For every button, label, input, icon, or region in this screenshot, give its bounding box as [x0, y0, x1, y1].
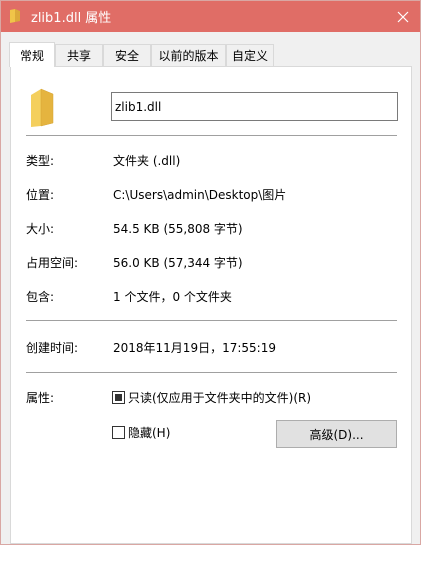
- advanced-button[interactable]: 高级(D)...: [276, 420, 397, 448]
- folder-icon: [9, 8, 21, 24]
- contains-value: 1 个文件，0 个文件夹: [113, 290, 232, 304]
- attributes-label: 属性:: [26, 391, 55, 405]
- tab-customize[interactable]: 自定义: [226, 44, 274, 66]
- created-label: 创建时间:: [26, 341, 79, 355]
- tab-label: 安全: [114, 49, 139, 63]
- close-icon: [397, 11, 409, 22]
- indeterminate-mark: [115, 394, 122, 401]
- window-title: zlib1.dll 属性: [31, 11, 112, 26]
- tab-general[interactable]: 常规: [9, 42, 55, 67]
- general-tab-panel: 类型: 文件夹 (.dll) 位置: C:\Users\admin\Deskto…: [10, 66, 412, 544]
- tab-security[interactable]: 安全: [103, 44, 151, 66]
- close-button[interactable]: [386, 1, 420, 32]
- separator: [26, 135, 397, 136]
- separator: [26, 372, 397, 373]
- tab-label: 常规: [19, 48, 44, 63]
- size-value: 54.5 KB (55,808 字节): [113, 222, 243, 236]
- folder-icon: [29, 87, 55, 129]
- tab-sharing[interactable]: 共享: [55, 44, 103, 66]
- location-label: 位置:: [26, 188, 55, 202]
- readonly-checkbox[interactable]: [112, 391, 125, 404]
- location-value: C:\Users\admin\Desktop\图片: [113, 188, 287, 202]
- tab-label: 自定义: [231, 49, 268, 63]
- size-label: 大小:: [26, 222, 55, 236]
- hidden-checkbox[interactable]: [112, 426, 125, 439]
- separator: [26, 320, 397, 321]
- dialog-client-area: 常规 共享 安全 以前的版本 自定义 zlib1.dll 类型: 文件夹 (.d…: [1, 32, 420, 544]
- title-bar[interactable]: zlib1.dll 属性: [1, 1, 420, 32]
- properties-window: zlib1.dll 属性 常规 共享 安全 以前的版本 自定义 zlib1.dl…: [0, 0, 421, 545]
- hidden-label[interactable]: 隐藏(H): [128, 424, 170, 441]
- tab-label: 共享: [66, 49, 91, 63]
- type-label: 类型:: [26, 154, 55, 168]
- type-value: 文件夹 (.dll): [113, 154, 181, 168]
- size-on-disk-label: 占用空间:: [26, 256, 79, 270]
- name-input[interactable]: [111, 92, 398, 121]
- size-on-disk-value: 56.0 KB (57,344 字节): [113, 256, 243, 270]
- tab-previous-versions[interactable]: 以前的版本: [151, 44, 226, 66]
- readonly-label[interactable]: 只读(仅应用于文件夹中的文件)(R): [128, 389, 311, 406]
- tab-label: 以前的版本: [158, 49, 219, 63]
- contains-label: 包含:: [26, 290, 55, 304]
- created-value: 2018年11月19日，17:55:19: [113, 341, 276, 355]
